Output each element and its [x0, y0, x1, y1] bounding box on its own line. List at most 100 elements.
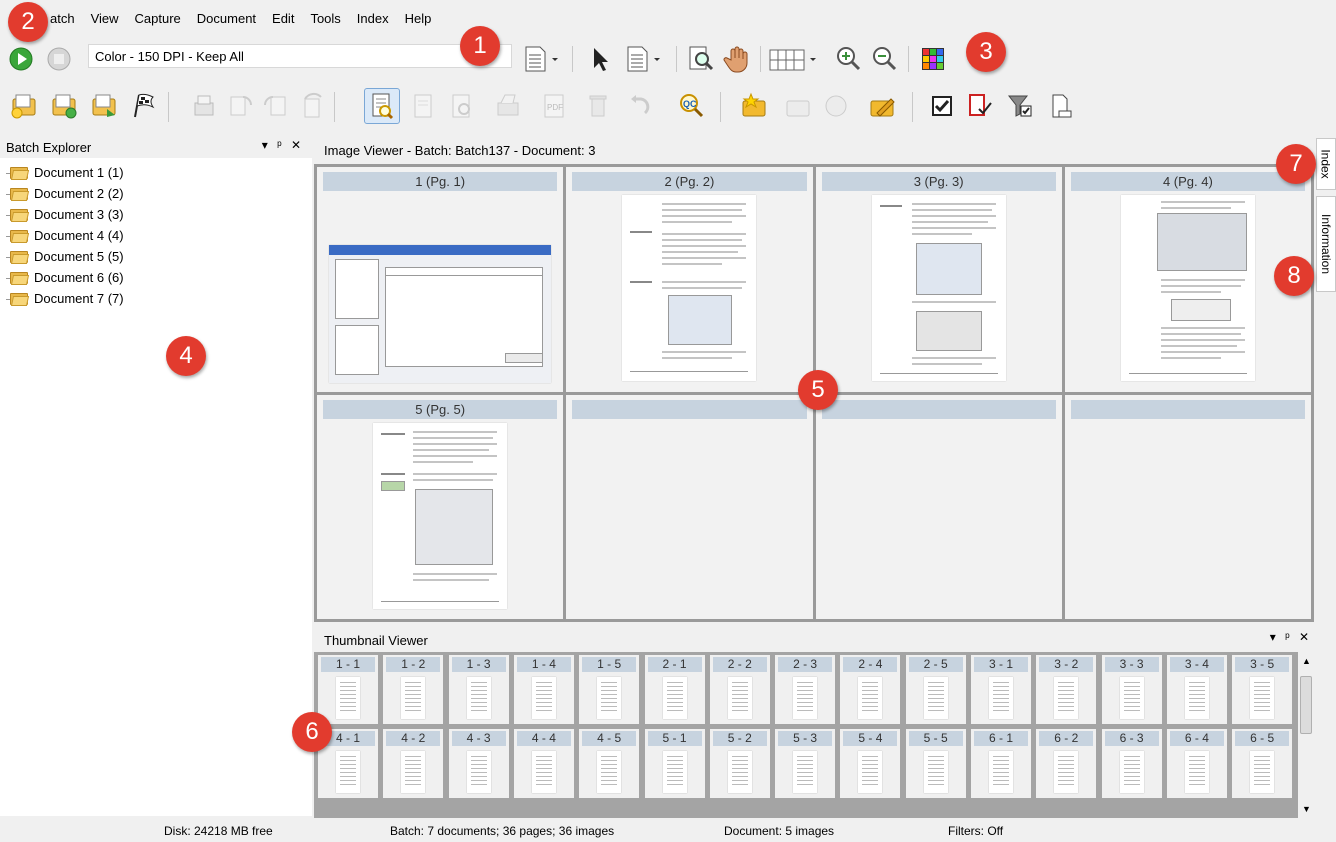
image-cell[interactable]: 3 (Pg. 3) [815, 167, 1062, 392]
image-cell[interactable]: 2 (Pg. 2) [566, 167, 813, 392]
thumbnail-item[interactable]: 5 - 1 [644, 729, 705, 798]
thumbnail-item[interactable]: 6 - 1 [971, 729, 1031, 798]
thumbnail-item[interactable]: 4 - 4 [513, 729, 574, 798]
thumbnail-item[interactable]: 2 - 5 [905, 655, 966, 724]
new-folder-star-icon[interactable] [736, 88, 772, 124]
thumbnail-label: 2 - 3 [778, 657, 833, 672]
menu-view[interactable]: View [91, 11, 119, 26]
batch-explorer-header: Batch Explorer ▾ ᵖ ✕ [0, 136, 312, 158]
checkbox-icon[interactable] [924, 88, 960, 124]
thumbnail-item[interactable]: 2 - 1 [644, 655, 705, 724]
close-batch-icon[interactable] [86, 88, 122, 124]
stop-scan-icon[interactable] [46, 46, 72, 72]
tab-information[interactable]: Information [1316, 196, 1336, 292]
thumbnail-item[interactable]: 5 - 2 [709, 729, 770, 798]
new-batch-icon[interactable] [6, 88, 42, 124]
select-page-dropdown-icon[interactable] [624, 44, 664, 74]
thumbnail-page [597, 677, 622, 719]
color-palette-icon[interactable] [918, 44, 948, 74]
thumbnail-scrollbar[interactable]: ▲ ▼ [1298, 652, 1314, 818]
image-cell[interactable]: 1 (Pg. 1) [317, 167, 564, 392]
thumbnail-item[interactable]: 6 - 3 [1101, 729, 1162, 798]
image-cell[interactable] [566, 394, 813, 619]
status-batch: Batch: 7 documents; 36 pages; 36 images [390, 824, 615, 838]
pan-hand-icon[interactable] [722, 44, 752, 74]
menu-capture[interactable]: Capture [135, 11, 181, 26]
thumbnail-item[interactable]: 2 - 2 [709, 655, 770, 724]
open-batch-icon[interactable] [46, 88, 82, 124]
thumbnail-item[interactable]: 5 - 4 [840, 729, 901, 798]
thumbnail-item[interactable]: 4 - 2 [383, 729, 444, 798]
document-check-icon[interactable] [962, 88, 998, 124]
thumbnail-item[interactable]: 6 - 5 [1232, 729, 1293, 798]
thumbnail-item[interactable]: 5 - 3 [775, 729, 836, 798]
rotate-left-icon [258, 88, 294, 124]
thumbnail-item[interactable]: 6 - 2 [1036, 729, 1097, 798]
zoom-in-icon[interactable] [834, 44, 864, 74]
thumbnail-label: 4 - 4 [516, 731, 571, 746]
thumbnail-item[interactable]: 1 - 3 [448, 655, 509, 724]
thumbnail-viewer-title: Thumbnail Viewer [324, 632, 428, 648]
thumbnail-label: 2 - 1 [647, 657, 702, 672]
pointer-icon[interactable] [586, 44, 614, 74]
delete-trash-icon [580, 88, 616, 124]
document-tree-item[interactable]: Document 1 (1) [0, 162, 312, 183]
print-icon [186, 88, 222, 124]
menu-help[interactable]: Help [405, 11, 432, 26]
scroll-up-icon[interactable]: ▲ [1302, 656, 1311, 666]
document-tree-item[interactable]: Document 5 (5) [0, 246, 312, 267]
thumbnail-viewer-controls[interactable]: ▾ ᵖ ✕ [1270, 630, 1312, 644]
document-tree-item[interactable]: Document 7 (7) [0, 288, 312, 309]
thumbnail-item[interactable]: 4 - 5 [579, 729, 640, 798]
thumbnail-item[interactable]: 5 - 5 [905, 729, 966, 798]
scrollbar-thumb[interactable] [1300, 676, 1312, 734]
image-cell[interactable] [815, 394, 1062, 619]
document-corner-icon[interactable] [1042, 88, 1078, 124]
document-tree-item[interactable]: Document 3 (3) [0, 204, 312, 225]
folder-icon [6, 229, 30, 243]
document-tree-item[interactable]: Document 6 (6) [0, 267, 312, 288]
start-scan-icon[interactable] [8, 46, 34, 72]
zoom-page-icon[interactable] [686, 44, 716, 74]
menu-index[interactable]: Index [357, 11, 389, 26]
svg-text:QC: QC [683, 99, 697, 109]
view-page-icon[interactable] [364, 88, 400, 124]
image-cell[interactable] [1064, 394, 1311, 619]
thumbnail-item[interactable]: 1 - 5 [579, 655, 640, 724]
page-dropdown-icon[interactable] [522, 44, 562, 74]
layout-grid-dropdown-icon[interactable] [766, 44, 822, 74]
thumbnail-page [401, 751, 426, 793]
thumbnail-item[interactable]: 3 - 2 [1036, 655, 1097, 724]
thumbnail-item[interactable]: 1 - 4 [513, 655, 574, 724]
document-tree-item[interactable]: Document 2 (2) [0, 183, 312, 204]
thumbnail-item[interactable]: 2 - 4 [840, 655, 901, 724]
thumbnail-page [858, 751, 883, 793]
thumbnail-item[interactable]: 1 - 1 [318, 655, 378, 724]
thumbnail-item[interactable]: 6 - 4 [1166, 729, 1227, 798]
thumbnail-item[interactable]: 4 - 3 [448, 729, 509, 798]
thumbnail-item[interactable]: 1 - 2 [383, 655, 444, 724]
filter-check-icon[interactable] [1002, 88, 1038, 124]
scan-profile-select[interactable]: Color - 150 DPI - Keep All [88, 44, 512, 68]
finish-flag-icon[interactable] [126, 88, 162, 124]
qc-search-icon[interactable]: QC [674, 88, 710, 124]
thumbnail-item[interactable]: 3 - 1 [971, 655, 1031, 724]
batch-explorer-controls[interactable]: ▾ ᵖ ✕ [262, 138, 304, 152]
thumbnail-page [1054, 677, 1079, 719]
thumbnail-item[interactable]: 2 - 3 [775, 655, 836, 724]
folder-edit-icon[interactable] [864, 88, 900, 124]
thumbnail-item[interactable]: 3 - 3 [1101, 655, 1162, 724]
menu-edit[interactable]: Edit [272, 11, 294, 26]
image-cell[interactable]: 5 (Pg. 5) [317, 394, 564, 619]
menu-document[interactable]: Document [197, 11, 256, 26]
thumbnail-page [466, 751, 491, 793]
thumbnail-page [336, 751, 360, 793]
tab-index[interactable]: Index [1316, 138, 1336, 190]
thumbnail-item[interactable]: 3 - 5 [1232, 655, 1293, 724]
menu-batch[interactable]: atch [50, 11, 75, 26]
scroll-down-icon[interactable]: ▼ [1302, 804, 1311, 814]
thumbnail-item[interactable]: 3 - 4 [1166, 655, 1227, 724]
document-tree-item[interactable]: Document 4 (4) [0, 225, 312, 246]
zoom-out-icon[interactable] [870, 44, 900, 74]
menu-tools[interactable]: Tools [310, 11, 340, 26]
